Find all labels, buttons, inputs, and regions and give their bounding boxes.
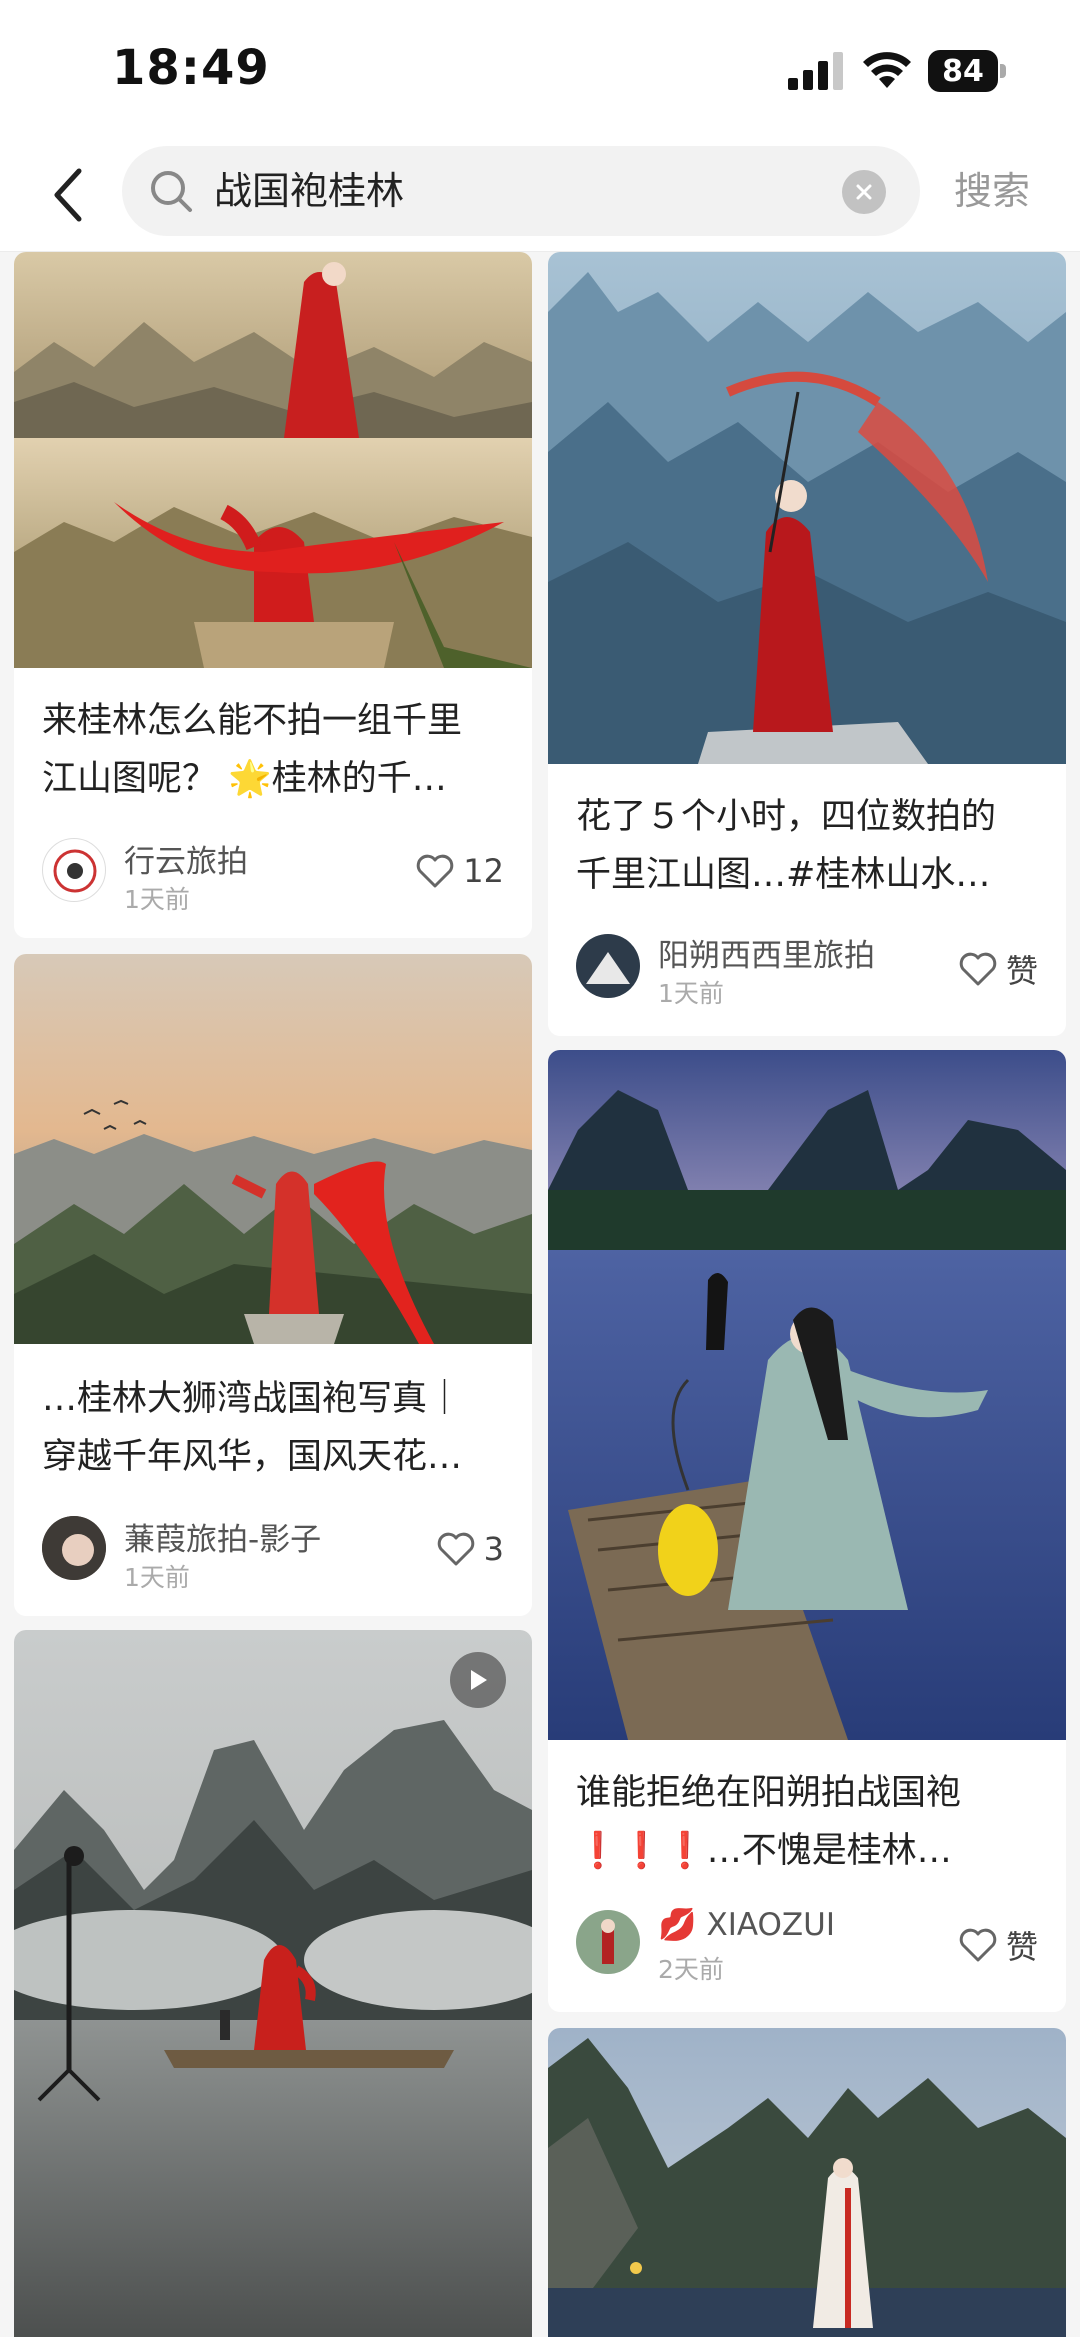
search-button[interactable]: 搜索 [954,166,1030,216]
cellular-signal-icon [788,52,843,90]
card-title: 来桂林怎么能不拍一组千里 江山图呢？ 🌟桂林的千… [42,692,508,808]
card-cover-image [14,1630,532,2337]
post-time: 2天前 [658,1955,724,1984]
card-title-line: 谁能拒绝在阳朔拍战国袍 [576,1773,962,1813]
like-count: 赞 [1005,952,1038,990]
feed-card[interactable]: 花了５个小时，四位数拍的 千里江山图…#桂林山水… 阳朔西西里旅拍 1天前 赞 [548,252,1066,1036]
search-header: 战国袍桂林 搜索 [0,140,1080,252]
battery-tip [1000,64,1006,78]
card-cover-image [14,954,532,1344]
avatar[interactable] [42,1516,106,1580]
like-button[interactable]: 3 [436,1530,504,1568]
card-title: 谁能拒绝在阳朔拍战国袍 ❗❗❗…不愧是桂林… [576,1764,1042,1880]
avatar[interactable] [42,838,106,902]
like-count: 12 [463,852,504,890]
feed-card[interactable] [548,2028,1066,2337]
back-button[interactable] [38,160,98,230]
author-name[interactable]: 行云旅拍 [124,836,248,881]
like-button[interactable]: 赞 [958,1922,1038,1968]
card-title-line: 花了５个小时，四位数拍的 [576,797,997,837]
battery-level: 84 [928,50,998,92]
author-name[interactable]: 💋 XIAOZUI [658,1906,835,1943]
author-name[interactable]: 蒹葭旅拍-影子 [124,1514,321,1559]
battery-indicator: 84 [928,50,1006,92]
screen: 18:49 84 战国袍桂林 搜索 来桂林怎么能不拍一组千里 江山图呢？ 🌟桂林… [0,0,1080,2337]
heart-icon [417,854,454,888]
card-cover-image [14,252,532,668]
card-title-line: 来桂林怎么能不拍一组千里 [42,701,463,741]
heart-icon [959,1928,997,1962]
video-play-button[interactable] [450,1652,506,1708]
chevron-left-icon [54,168,82,222]
post-time: 1天前 [124,885,190,914]
card-title-line: ❗❗❗…不愧是桂林… [576,1831,952,1871]
card-cover-image [548,1050,1066,1740]
status-bar: 18:49 84 [0,0,1080,140]
search-input[interactable]: 战国袍桂林 [122,146,920,236]
card-title-line: 穿越千年风华，国风天花… [42,1437,463,1477]
like-count: 赞 [1005,1928,1038,1966]
post-time: 1天前 [658,979,724,1008]
play-icon [471,1670,487,1690]
clear-search-button[interactable] [842,170,886,214]
search-icon [151,171,192,212]
feed-card[interactable]: 谁能拒绝在阳朔拍战国袍 ❗❗❗…不愧是桂林… 💋 XIAOZUI 2天前 赞 [548,1050,1066,2012]
avatar[interactable] [576,934,640,998]
close-icon [856,184,872,200]
feed-card[interactable] [14,1630,532,2337]
card-cover-image [548,252,1066,764]
feed-card[interactable]: …桂林大狮湾战国袍写真｜ 穿越千年风华，国风天花… 蒹葭旅拍-影子 1天前 3 [14,954,532,1616]
search-query-text: 战国袍桂林 [214,169,405,213]
heart-icon [437,1532,474,1566]
wifi-icon [863,52,911,88]
heart-icon [959,952,997,986]
like-button[interactable]: 12 [415,852,504,890]
author-name[interactable]: 阳朔西西里旅拍 [658,930,875,975]
card-title-line: 江山图呢？ 🌟桂林的千… [42,759,447,799]
feed-card[interactable]: 来桂林怎么能不拍一组千里 江山图呢？ 🌟桂林的千… 行云旅拍 1天前 12 [14,252,532,938]
like-count: 3 [483,1530,504,1568]
status-time: 18:49 [112,40,270,96]
card-title-line: …桂林大狮湾战国袍写真｜ [42,1379,463,1419]
post-time: 1天前 [124,1563,190,1592]
avatar[interactable] [576,1910,640,1974]
card-cover-image [548,2028,1066,2337]
card-title: 花了５个小时，四位数拍的 千里江山图…#桂林山水… [576,788,1042,904]
like-button[interactable]: 赞 [958,946,1038,992]
card-title-line: 千里江山图…#桂林山水… [576,855,991,895]
card-title: …桂林大狮湾战国袍写真｜ 穿越千年风华，国风天花… [42,1370,508,1486]
